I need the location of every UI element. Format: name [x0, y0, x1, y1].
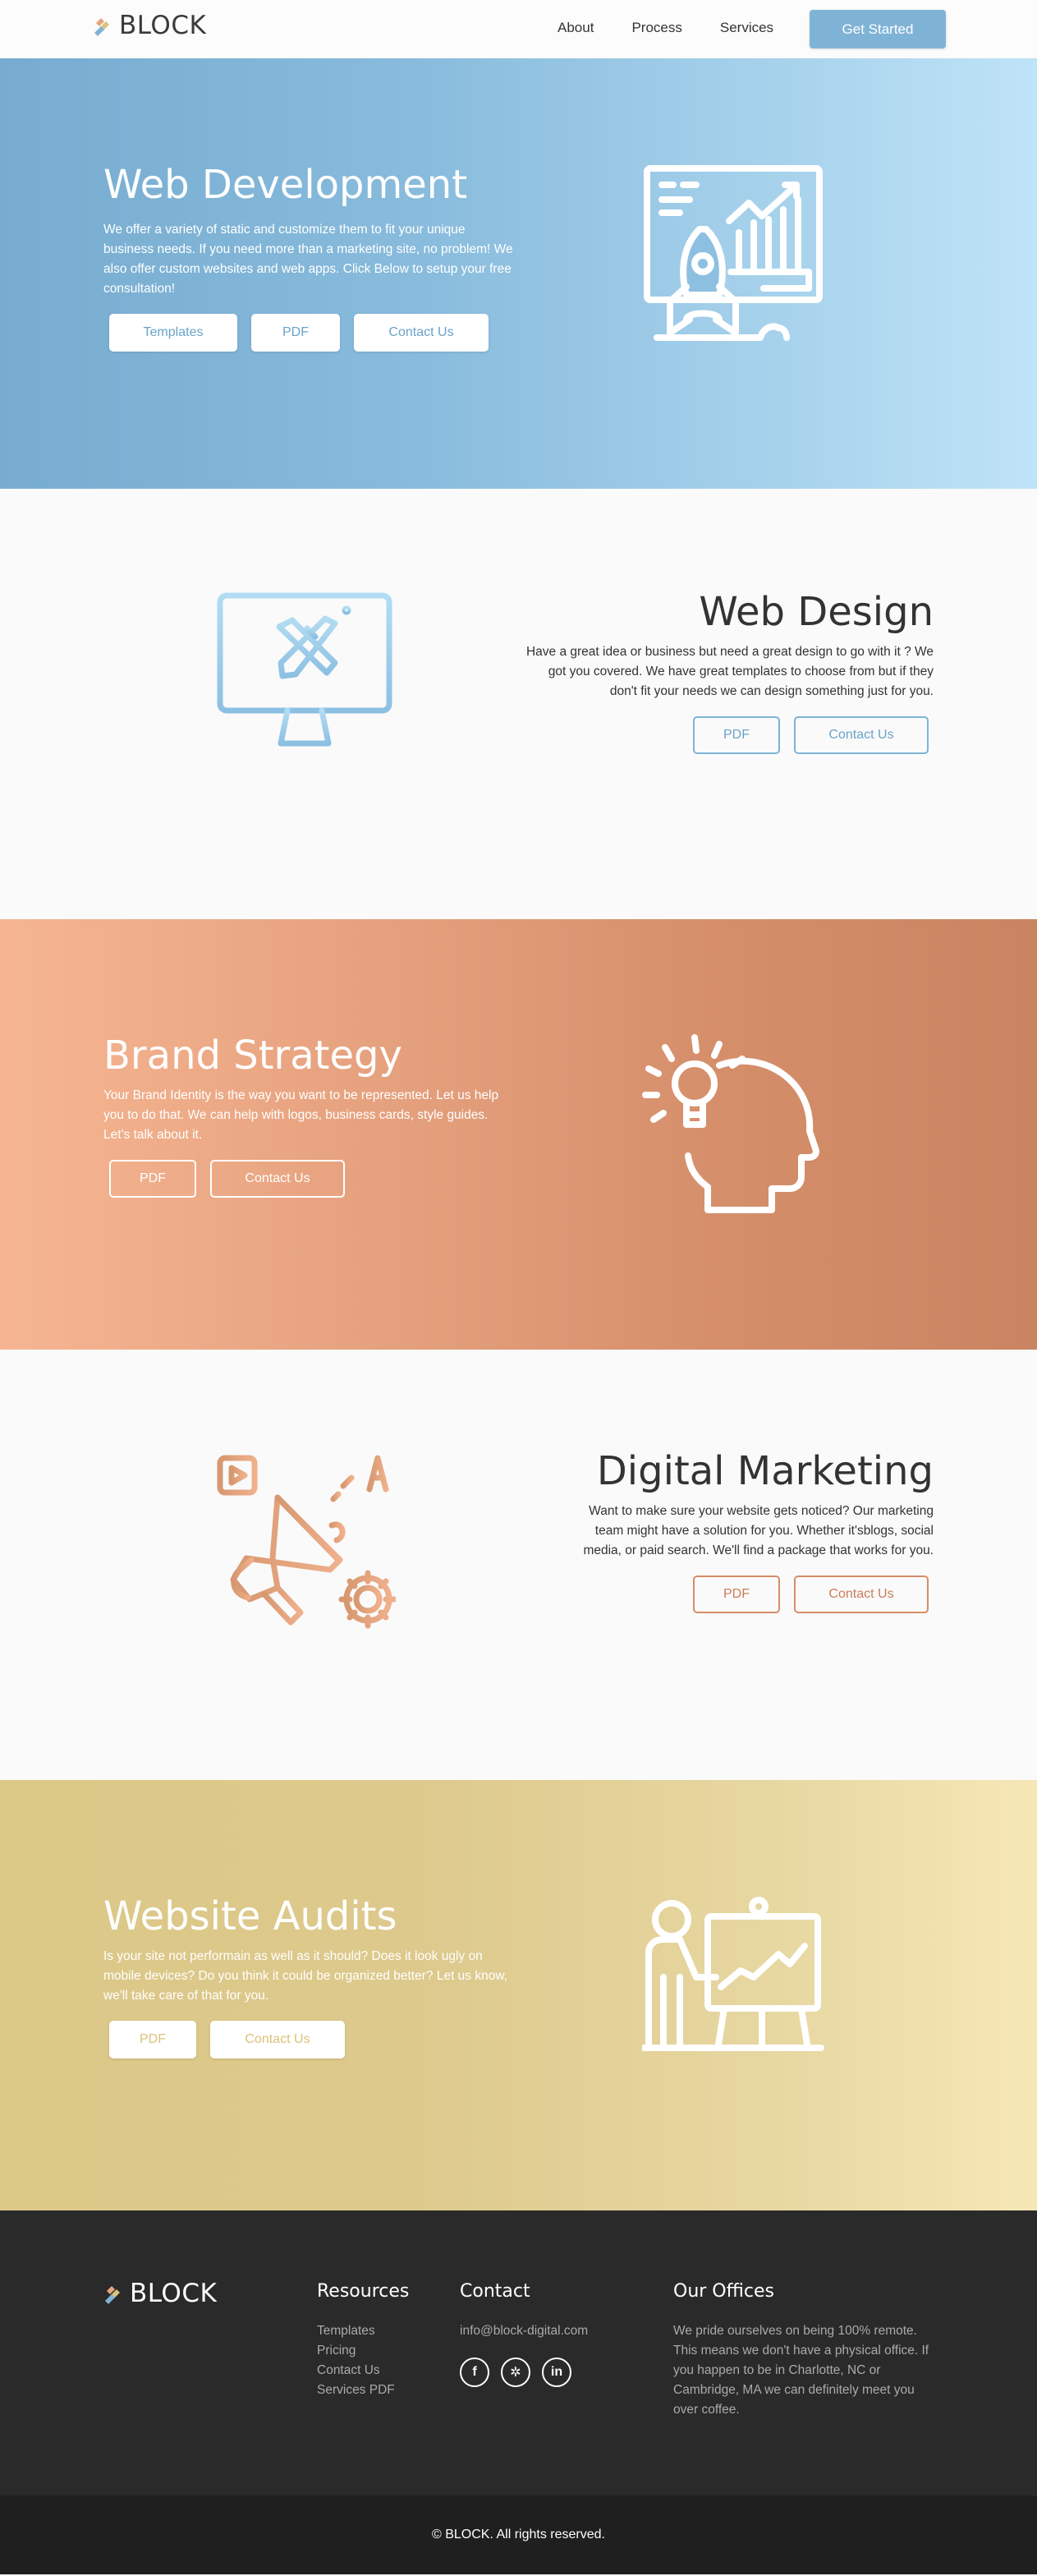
- copyright-bar: © BLOCK. All rights reserved.: [0, 2496, 1037, 2574]
- footer-contact: Contact info@block-digital.com f ✲ in: [460, 2281, 588, 2387]
- head-lightbulb-icon: [642, 1034, 819, 1213]
- offices-heading: Our Offices: [673, 2281, 774, 2302]
- web-design-section: Web Design Have a great idea or business…: [0, 489, 1037, 919]
- resources-list: Templates Pricing Contact Us Services PD…: [317, 2321, 409, 2400]
- website-audits-description: Is your site not performain as well as i…: [103, 1948, 507, 2003]
- pdf-button[interactable]: PDF: [109, 1159, 196, 1198]
- web-development-description: We offer a variety of static and customi…: [103, 222, 513, 296]
- web-design-title: Web Design: [699, 589, 934, 635]
- pdf-button[interactable]: PDF: [109, 2020, 196, 2058]
- pdf-button[interactable]: PDF: [693, 715, 780, 754]
- digital-marketing-copy: Digital Marketing Want to make sure your…: [523, 1450, 934, 1613]
- rocket-chart-board-icon: [644, 165, 823, 341]
- logo-mark-icon: [94, 17, 109, 36]
- web-design-copy: Web Design Have a great idea or business…: [523, 591, 934, 754]
- presenter-board-icon: [642, 1897, 824, 2051]
- pdf-button[interactable]: PDF: [693, 1575, 780, 1613]
- contact-us-button[interactable]: Contact Us: [794, 715, 929, 754]
- footer-logo[interactable]: BLOCK: [103, 2281, 217, 2307]
- pdf-button[interactable]: PDF: [251, 313, 340, 352]
- digital-marketing-buttons: PDF Contact Us: [523, 1575, 929, 1613]
- website-audits-title: Website Audits: [103, 1893, 397, 1939]
- contact-us-button[interactable]: Contact Us: [210, 1159, 345, 1198]
- digital-marketing-section: Digital Marketing Want to make sure your…: [0, 1350, 1037, 1780]
- linkedin-icon[interactable]: in: [542, 2358, 571, 2387]
- web-development-buttons: Templates PDF Contact Us: [109, 313, 514, 352]
- facebook-icon[interactable]: f: [460, 2358, 489, 2387]
- website-audits-copy: Website Audits Is your site not performa…: [103, 1895, 514, 2058]
- megaphone-icon: [217, 1455, 396, 1629]
- nav-services-link[interactable]: Services: [720, 20, 773, 36]
- social-links: f ✲ in: [460, 2358, 588, 2387]
- offices-text: We pride ourselves on being 100% remote.…: [673, 2324, 929, 2417]
- footer-offices: Our Offices We pride ourselves on being …: [673, 2281, 936, 2420]
- contact-heading: Contact: [460, 2281, 530, 2302]
- resources-heading: Resources: [317, 2281, 410, 2302]
- website-audits-buttons: PDF Contact Us: [109, 2020, 514, 2058]
- brand-strategy-buttons: PDF Contact Us: [109, 1159, 514, 1198]
- top-nav: BLOCK About Process Services Get Started: [0, 0, 1037, 58]
- footer: BLOCK Resources Templates Pricing Contac…: [0, 2210, 1037, 2496]
- web-design-description: Have a great idea or business but need a…: [525, 644, 934, 698]
- footer-link-templates[interactable]: Templates: [317, 2321, 409, 2341]
- footer-resources: Resources Templates Pricing Contact Us S…: [317, 2281, 409, 2400]
- contact-list: info@block-digital.com: [460, 2321, 588, 2341]
- web-development-title: Web Development: [103, 162, 468, 208]
- digital-marketing-title: Digital Marketing: [596, 1448, 934, 1494]
- contact-email[interactable]: info@block-digital.com: [460, 2321, 588, 2341]
- brand-strategy-title: Brand Strategy: [103, 1033, 402, 1079]
- logo-text: BLOCK: [119, 11, 207, 40]
- yelp-icon[interactable]: ✲: [501, 2358, 530, 2387]
- logo[interactable]: BLOCK: [93, 13, 206, 39]
- copyright-text: © BLOCK. All rights reserved.: [432, 2528, 605, 2542]
- nav-about-link[interactable]: About: [558, 20, 594, 36]
- brand-strategy-section: Brand Strategy Your Brand Identity is th…: [0, 919, 1037, 1350]
- footer-logo-text: BLOCK: [130, 2279, 218, 2308]
- brand-strategy-copy: Brand Strategy Your Brand Identity is th…: [103, 1034, 514, 1198]
- digital-marketing-description: Want to make sure your website gets noti…: [583, 1503, 934, 1557]
- website-audits-section: Website Audits Is your site not performa…: [0, 1780, 1037, 2210]
- brand-strategy-description: Your Brand Identity is the way you want …: [103, 1088, 499, 1142]
- nav-process-link[interactable]: Process: [631, 20, 681, 36]
- get-started-button[interactable]: Get Started: [810, 10, 946, 48]
- web-development-section: Web Development We offer a variety of st…: [0, 58, 1037, 489]
- logo-mark-icon: [105, 2285, 120, 2304]
- contact-us-button[interactable]: Contact Us: [354, 313, 489, 352]
- contact-us-button[interactable]: Contact Us: [210, 2020, 345, 2058]
- nav-links: About Process Services: [558, 20, 811, 36]
- templates-button[interactable]: Templates: [109, 313, 237, 352]
- contact-us-button[interactable]: Contact Us: [794, 1575, 929, 1613]
- footer-link-contact-us[interactable]: Contact Us: [317, 2361, 409, 2380]
- web-design-buttons: PDF Contact Us: [523, 715, 929, 754]
- web-development-copy: Web Development We offer a variety of st…: [103, 163, 514, 352]
- monitor-design-tools-icon: [217, 592, 392, 748]
- footer-link-pricing[interactable]: Pricing: [317, 2341, 409, 2361]
- footer-link-services-pdf[interactable]: Services PDF: [317, 2380, 409, 2400]
